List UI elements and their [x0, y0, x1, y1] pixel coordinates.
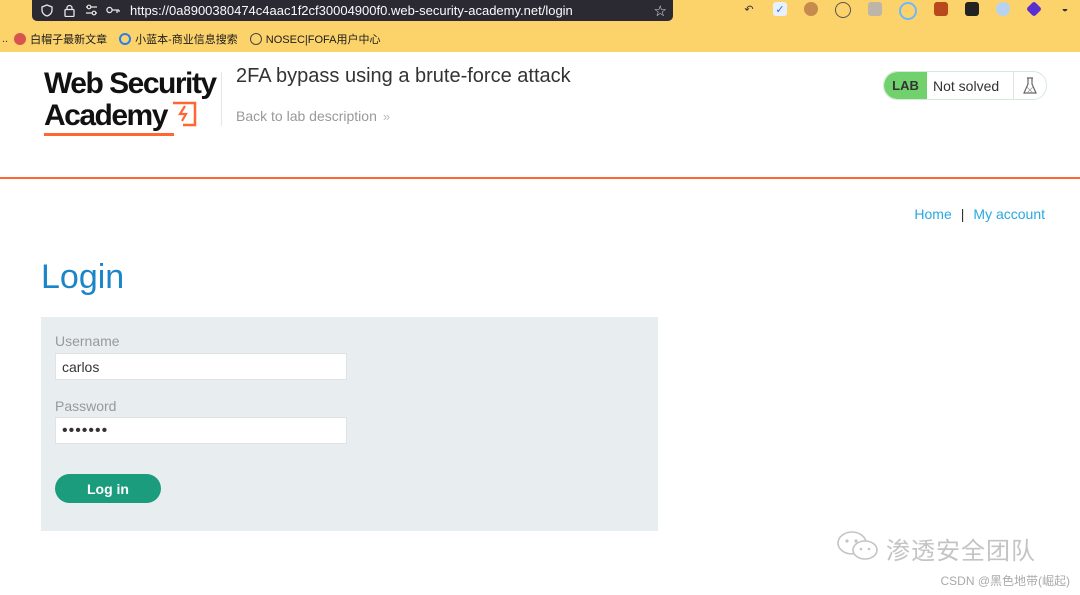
bookmark-favicon-icon [119, 33, 132, 45]
wechat-icon [836, 530, 880, 567]
grid-icon[interactable] [934, 2, 948, 16]
top-nav: Home | My account [914, 206, 1045, 222]
bookmark-favicon-icon [14, 33, 27, 45]
cookie2-icon[interactable] [835, 2, 851, 18]
extensions-toolbar: ↶ ✓ ◒ [742, 1, 1080, 20]
logo-underline [44, 133, 174, 136]
watermark: 渗透安全团队 [836, 530, 1036, 567]
globe-icon [249, 33, 262, 45]
watermark-team-text: 渗透安全团队 [886, 538, 1036, 565]
lab-badge: LAB [884, 72, 927, 99]
logo-line2: Academy [44, 98, 168, 132]
bookmark-item[interactable]: NOSEC|FOFA用户中心 [249, 31, 381, 47]
username-label: Username [55, 333, 120, 349]
back-to-lab-description-link[interactable]: Back to lab description » [236, 108, 390, 124]
web-security-academy-logo[interactable]: Web Security Academy [44, 67, 224, 136]
lock-icon[interactable] [62, 4, 76, 18]
vpn-icon[interactable]: ✓ [773, 2, 787, 16]
url-text[interactable]: https://0a8900380474c4aac1f2cf30004900f0… [130, 3, 654, 18]
my-account-link[interactable]: My account [973, 206, 1045, 222]
csdn-credit: CSDN @黑色地带(崛起) [940, 574, 1070, 588]
logo-bolt-icon [171, 99, 197, 132]
lab-header: Web Security Academy 2FA bypass using a … [0, 52, 1080, 179]
key-icon[interactable] [106, 4, 120, 18]
cookie-icon[interactable] [804, 2, 818, 16]
back-link-label: Back to lab description [236, 108, 377, 124]
login-button[interactable]: Log in [55, 474, 161, 503]
logo-line1: Web Security [44, 67, 217, 100]
lab-status-text: Not solved [933, 77, 1000, 94]
lab-title: 2FA bypass using a brute-force attack [236, 65, 571, 87]
hat-icon[interactable]: ◒ [1058, 2, 1072, 16]
password-input[interactable]: ••••••• [55, 417, 347, 444]
bookmarks-bar: .. 白帽子最新文章 小蓝本-商业信息搜索 NOSEC|FOFA用户中心 [0, 29, 393, 49]
glasses-icon[interactable] [965, 2, 979, 16]
double-chevron-right-icon: » [382, 109, 391, 124]
toggle-icon[interactable] [996, 2, 1010, 16]
browser-chrome: https://0a8900380474c4aac1f2cf30004900f0… [0, 0, 1080, 52]
bookmark-item[interactable]: 白帽子最新文章 [14, 31, 107, 47]
page-title: Login [41, 258, 125, 296]
lab-status-widget: LAB Not solved [883, 71, 1047, 100]
bookmark-star-icon[interactable]: ☆ [654, 2, 667, 20]
address-bar[interactable]: https://0a8900380474c4aac1f2cf30004900f0… [32, 0, 673, 21]
flask-icon [1013, 72, 1046, 99]
login-form: Username Password ••••••• Log in [41, 317, 658, 531]
diamond-icon[interactable] [1026, 1, 1042, 17]
username-input[interactable] [55, 353, 347, 380]
bookmark-item[interactable]: 小蓝本-商业信息搜索 [119, 31, 238, 47]
home-link[interactable]: Home [914, 206, 951, 222]
bookmarks-overflow-icon[interactable]: .. [2, 33, 8, 45]
permissions-icon[interactable] [84, 4, 98, 18]
header-divider [221, 72, 222, 126]
shield-icon[interactable] [40, 3, 54, 18]
circle-icon[interactable] [899, 2, 917, 20]
back-arrow-icon[interactable]: ↶ [742, 2, 756, 16]
nav-separator: | [960, 206, 965, 222]
password-label: Password [55, 398, 117, 414]
puzzle-icon[interactable] [868, 2, 882, 16]
